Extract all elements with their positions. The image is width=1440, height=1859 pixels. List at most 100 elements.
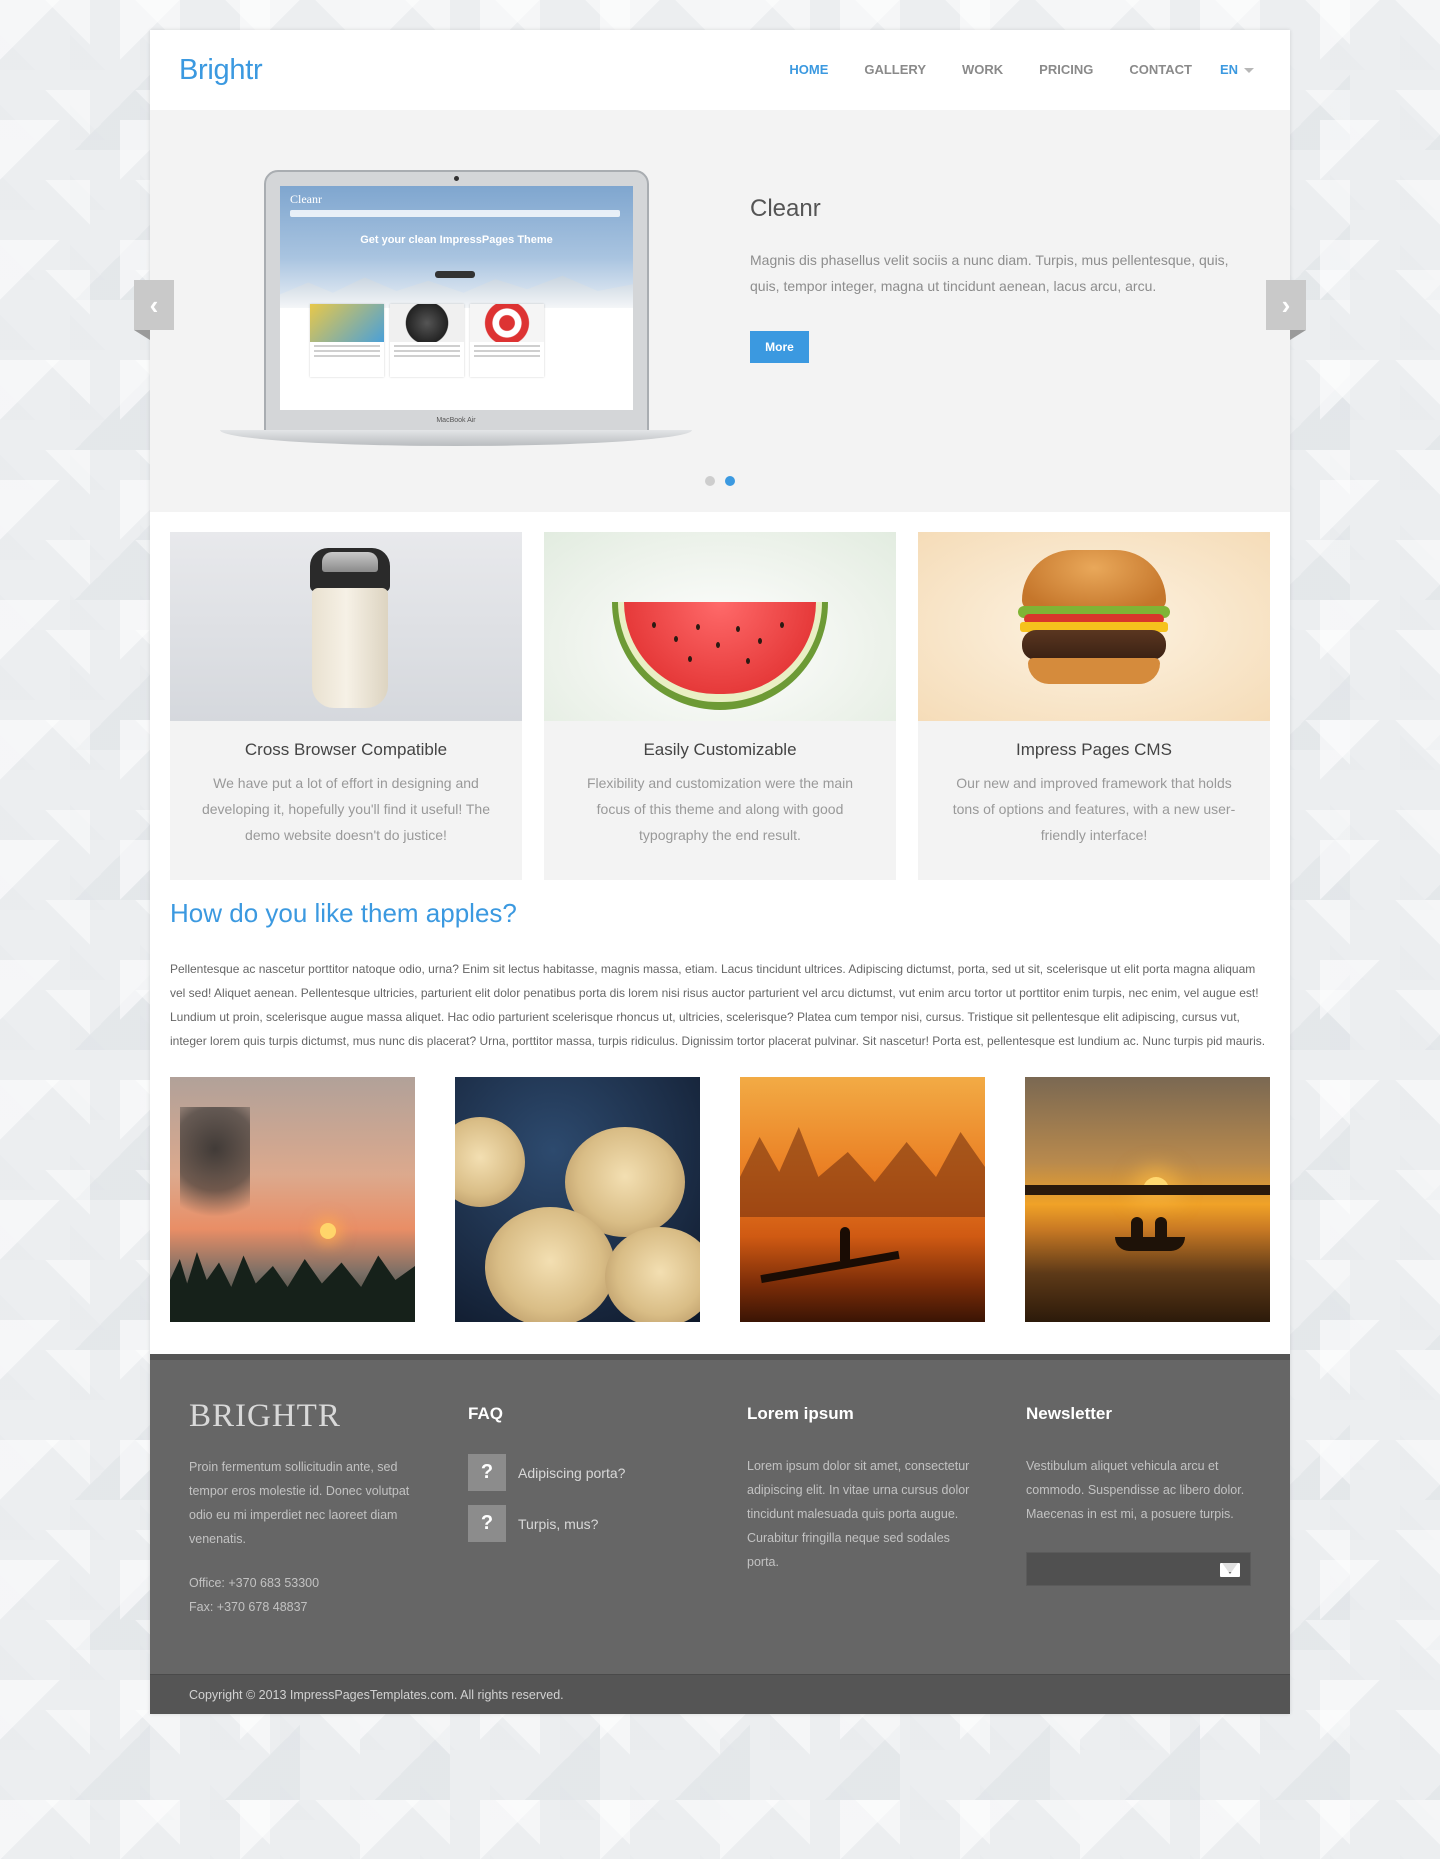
feature-text: We have put a lot of effort in designing… — [201, 775, 491, 843]
screen-headline: Get your clean ImpressPages Theme — [360, 234, 553, 246]
nav-home[interactable]: HOME — [789, 62, 828, 77]
watermelon-seed — [696, 624, 700, 630]
screen-site-title: Cleanr — [290, 192, 322, 206]
burger-illustration — [1018, 550, 1170, 700]
screen-card-line — [314, 350, 380, 352]
gallery-photo-lake-boat[interactable] — [1025, 1077, 1270, 1322]
watermelon-seed — [652, 622, 656, 628]
screen-card-line — [394, 350, 460, 352]
feature-card: Cross Browser Compatible We have put a l… — [170, 532, 522, 880]
photo-tree — [180, 1107, 250, 1247]
footer-fax: Fax: +370 678 48837 — [189, 1600, 308, 1614]
laptop-screen: Cleanr Get your clean ImpressPages Theme — [280, 186, 633, 410]
footer-about-text: Proin fermentum sollicitudin ante, sed t… — [189, 1460, 410, 1546]
watermelon-seed — [716, 642, 720, 648]
screen-card-line — [394, 345, 460, 347]
watermelon-seed — [674, 636, 678, 642]
photo-sun — [320, 1223, 336, 1239]
slide-description: Magnis dis phasellus velit sociis a nunc… — [750, 252, 1229, 294]
arrow-fold — [1290, 330, 1306, 340]
intro-body: Pellentesque ac nascetur porttitor natoq… — [170, 962, 1266, 1048]
faq-question: Turpis, mus? — [518, 1515, 599, 1532]
feature-title: Easily Customizable — [643, 740, 797, 759]
photo-person — [1155, 1217, 1167, 1239]
screen-card-line — [474, 355, 540, 357]
language-selector[interactable]: EN — [1220, 62, 1254, 77]
intro-heading: How do you like them apples? — [170, 898, 517, 928]
faq-item[interactable]: ? Turpis, mus? — [468, 1505, 688, 1542]
screen-card-image — [310, 304, 384, 342]
watermelon-seed — [746, 658, 750, 664]
burger-bun-bottom — [1028, 658, 1160, 684]
watermelon-seed — [758, 638, 762, 644]
slide-content: Cleanr Magnis dis phasellus velit sociis… — [750, 195, 1230, 363]
screen-card — [470, 304, 544, 377]
hero-slider: ‹ › Cleanr Get your clean ImpressPages T… — [134, 110, 1306, 512]
footer-logo: BRIGHTR — [189, 1398, 341, 1434]
slider-next-button[interactable]: › — [1266, 280, 1306, 340]
site-logo[interactable]: Brightr — [179, 54, 263, 87]
nav-pricing[interactable]: PRICING — [1039, 62, 1093, 77]
question-icon: ? — [468, 1454, 506, 1491]
laptop-base — [220, 430, 692, 446]
watermelon-image — [544, 532, 896, 721]
screen-card-image — [470, 304, 544, 342]
watermelon-seed — [688, 656, 692, 662]
envelope-icon[interactable] — [1220, 1563, 1240, 1577]
shaver-illustration — [310, 548, 390, 708]
screen-button — [435, 271, 475, 278]
site-header: Brightr HOME GALLERY WORK PRICING CONTAC… — [150, 30, 1290, 110]
newsletter-form — [1026, 1552, 1251, 1586]
photo-hat — [485, 1207, 615, 1322]
slider-prev-button[interactable]: ‹ — [134, 280, 174, 340]
feature-text: Our new and improved framework that hold… — [952, 775, 1236, 843]
gallery-photo-conical-hats[interactable] — [455, 1077, 700, 1322]
shaver-head — [310, 548, 390, 592]
shaver-image — [170, 532, 522, 721]
screen-card-line — [394, 355, 460, 357]
laptop-image: Cleanr Get your clean ImpressPages Theme — [220, 170, 692, 450]
burger-image — [918, 532, 1270, 721]
nav-gallery[interactable]: GALLERY — [864, 62, 926, 77]
footer-newsletter-text: Vestibulum aliquet vehicula arcu et comm… — [1026, 1459, 1245, 1521]
footer-lorem-text: Lorem ipsum dolor sit amet, consectetur … — [747, 1459, 970, 1569]
laptop-camera — [454, 176, 459, 181]
shaver-body — [312, 588, 388, 708]
chevron-right-icon: › — [1281, 289, 1291, 320]
burger-patty — [1022, 630, 1166, 660]
nav-work[interactable]: WORK — [962, 62, 1003, 77]
slider-dot-active[interactable] — [725, 476, 735, 486]
gallery-photo-river-fisherman[interactable] — [740, 1077, 985, 1322]
footer-office-phone: Office: +370 683 53300 — [189, 1576, 320, 1590]
footer-faq-title: FAQ — [468, 1404, 503, 1423]
nav-contact[interactable]: CONTACT — [1129, 62, 1192, 77]
slider-dot[interactable] — [705, 476, 715, 486]
arrow-fold — [134, 330, 150, 340]
footer-newsletter-title: Newsletter — [1026, 1404, 1112, 1423]
photo-person — [1131, 1217, 1143, 1239]
feature-card: Easily Customizable Flexibility and cust… — [544, 532, 896, 880]
chevron-left-icon: ‹ — [149, 289, 159, 320]
slider-pagination — [150, 476, 1290, 486]
feature-title: Impress Pages CMS — [1016, 740, 1172, 759]
photo-grass — [170, 1252, 415, 1322]
photo-fisherman — [840, 1227, 850, 1261]
footer-lorem: Lorem ipsum Lorem ipsum dolor sit amet, … — [747, 1400, 972, 1574]
burger-bun-top — [1022, 550, 1166, 610]
newsletter-email-input[interactable] — [1027, 1553, 1207, 1585]
photo-hat — [455, 1117, 525, 1207]
photo-shore — [1025, 1185, 1270, 1195]
screen-card-line — [474, 350, 540, 352]
laptop-brand-label: MacBook Air — [436, 417, 476, 424]
watermelon-illustration — [612, 602, 828, 710]
more-button[interactable]: More — [750, 331, 809, 363]
gallery-photo-sunset-birds[interactable] — [170, 1077, 415, 1322]
photo-raft — [760, 1250, 900, 1284]
faq-item[interactable]: ? Adipiscing porta? — [468, 1454, 688, 1491]
copyright-bar: Copyright © 2013 ImpressPagesTemplates.c… — [150, 1674, 1290, 1714]
features-row: Cross Browser Compatible We have put a l… — [150, 512, 1290, 880]
footer-newsletter: Newsletter Vestibulum aliquet vehicula a… — [1026, 1400, 1251, 1586]
site-footer: BRIGHTR Proin fermentum sollicitudin ant… — [150, 1354, 1290, 1714]
screen-card-line — [474, 345, 540, 347]
intro-section: How do you like them apples? Pellentesqu… — [150, 880, 1290, 1053]
